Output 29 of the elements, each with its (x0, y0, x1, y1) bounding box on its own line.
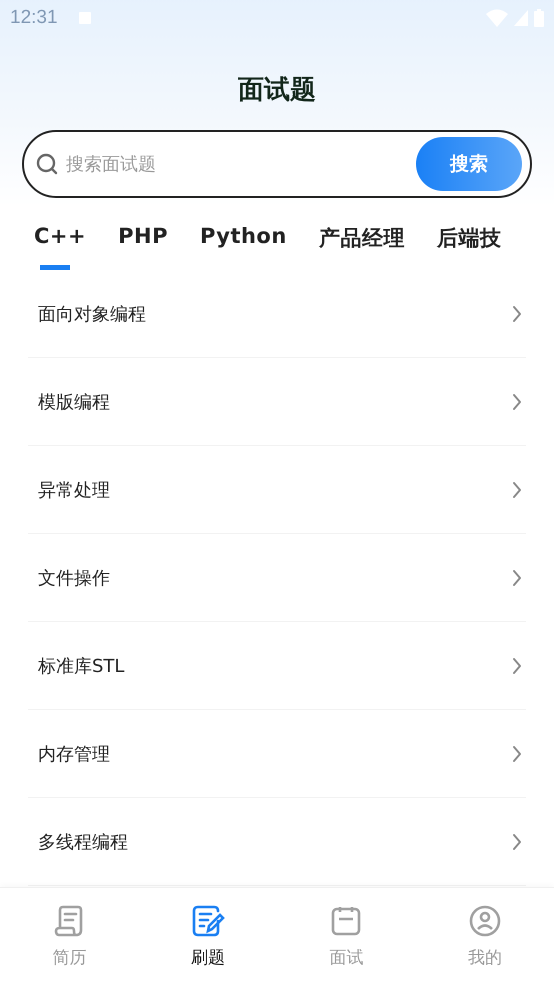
category-tab[interactable]: 后端技 (420, 210, 518, 270)
category-tab[interactable]: PHP (102, 210, 184, 270)
list-item[interactable]: 模版编程 (28, 358, 526, 446)
page-title: 面试题 (237, 74, 317, 107)
category-tab[interactable]: Python (184, 210, 303, 270)
user-icon (468, 904, 502, 938)
search-icon (36, 153, 58, 175)
list-item[interactable]: 异常处理 (28, 446, 526, 534)
list-item[interactable]: 内存管理 (28, 710, 526, 798)
chevron-right-icon (512, 480, 522, 498)
nav-tab[interactable]: 刷题 (138, 888, 277, 984)
chevron-right-icon (512, 568, 522, 586)
edit-note-icon (190, 904, 225, 938)
list-item[interactable]: 面向对象编程 (28, 270, 526, 358)
battery-icon (534, 9, 544, 27)
category-tab[interactable]: 产品经理 (302, 210, 421, 270)
chevron-right-icon (512, 304, 522, 322)
list-item[interactable]: 文件操作 (28, 534, 526, 622)
status-time: 12:31 (10, 7, 58, 29)
chevron-right-icon (512, 832, 522, 850)
notification-icon (78, 11, 92, 25)
signal-icon (514, 10, 528, 26)
list-item[interactable]: 多线程编程 (28, 798, 526, 886)
category-tab[interactable]: C++ (18, 210, 102, 270)
list-item[interactable]: 标准库STL (28, 622, 526, 710)
chevron-right-icon (512, 392, 522, 410)
chevron-right-icon (512, 656, 522, 674)
chevron-right-icon (512, 744, 522, 762)
wifi-icon (486, 9, 508, 27)
